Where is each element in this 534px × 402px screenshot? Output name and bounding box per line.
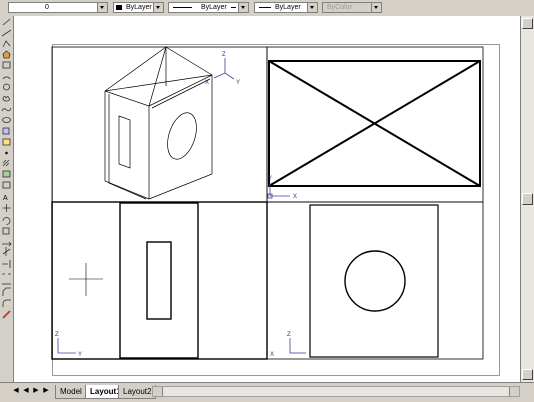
ucs-icon-side [289, 338, 306, 354]
make-block-icon[interactable] [2, 138, 11, 146]
scroll-left-button[interactable] [153, 387, 163, 396]
ucs-y-label: Y [268, 176, 272, 182]
table-icon[interactable] [2, 181, 11, 189]
spline-icon[interactable] [1, 107, 12, 112]
hatch-icon[interactable] [2, 159, 10, 167]
linetype-dropdown[interactable]: ByLayer [168, 2, 249, 13]
properties-toolbar: 0 ByLayer ByLayer ByLayer ByColor [0, 0, 534, 17]
revision-cloud-icon[interactable] [2, 96, 10, 102]
plotstyle-value: ByColor [327, 4, 352, 11]
toolbar-icons: A [1, 18, 12, 319]
lineweight-dropdown[interactable]: ByLayer [254, 2, 318, 13]
scale-icon[interactable] [2, 227, 10, 235]
linetype-sample-icon [173, 7, 192, 8]
linetype-value: ByLayer [201, 4, 227, 11]
drawing-canvas[interactable]: Z X Y Y X Z Y Z X [14, 16, 520, 382]
chevron-down-icon[interactable] [153, 3, 163, 12]
scroll-thumb[interactable] [522, 193, 533, 205]
ucs-x-label: X [205, 80, 209, 86]
multiline-text-icon[interactable]: A [3, 195, 8, 202]
front-view [69, 202, 199, 359]
line-icon[interactable] [2, 18, 11, 26]
region-icon[interactable] [2, 170, 11, 178]
chamfer-icon[interactable] [2, 287, 11, 296]
lineweight-value: ByLayer [275, 4, 301, 11]
polyline-icon[interactable] [2, 40, 11, 48]
vertical-scrollbar[interactable] [520, 16, 534, 382]
ucs-x-label: X [270, 352, 274, 358]
rotate-icon[interactable] [2, 217, 11, 225]
draw-modify-toolbar: A [0, 16, 14, 400]
layout-tab-bar: ◀ ◀ ▶ ▶ Model Layout1 Layout2 [0, 382, 534, 401]
construction-line-icon[interactable] [1, 29, 12, 37]
scroll-up-button[interactable] [522, 18, 533, 29]
first-tab-button[interactable]: ◀ [12, 387, 20, 395]
ucs-y-label: Y [236, 80, 240, 86]
side-view [309, 204, 439, 358]
viewport-drawing: Z X Y Y X Z Y Z X [51, 46, 484, 360]
scroll-right-button[interactable] [509, 387, 519, 396]
prev-tab-button[interactable]: ◀ [22, 387, 30, 395]
next-tab-button[interactable]: ▶ [32, 387, 40, 395]
arc-icon[interactable] [2, 76, 11, 80]
chevron-down-icon[interactable] [371, 3, 381, 12]
ucs-icon-iso [213, 58, 235, 80]
last-tab-button[interactable]: ▶ [42, 387, 50, 395]
lineweight-sample-icon [259, 7, 271, 8]
rectangle-icon[interactable] [2, 61, 11, 69]
insert-block-icon[interactable] [2, 127, 10, 135]
scroll-down-button[interactable] [522, 369, 533, 380]
explode-icon[interactable] [2, 310, 11, 319]
move-icon[interactable] [2, 204, 11, 212]
linetype-sample-right-icon [231, 7, 236, 8]
ucs-x-label: X [293, 194, 297, 200]
chevron-down-icon[interactable] [97, 3, 107, 12]
top-view-rectangle [268, 60, 481, 187]
tab-model[interactable]: Model [55, 385, 87, 399]
ellipse-icon[interactable] [2, 117, 11, 123]
point-icon[interactable] [5, 151, 8, 155]
ucs-z-label: Z [222, 52, 226, 58]
chevron-down-icon[interactable] [238, 3, 248, 12]
chevron-down-icon[interactable] [307, 3, 317, 12]
ucs-icon-front [57, 338, 76, 354]
fillet-icon[interactable] [2, 299, 11, 307]
color-dropdown[interactable]: ByLayer [113, 2, 164, 13]
trim-icon[interactable] [2, 247, 11, 256]
color-swatch-icon [116, 5, 122, 10]
ucs-y-label: Y [78, 352, 82, 358]
viewport-side[interactable] [266, 201, 484, 360]
stretch-icon[interactable] [2, 241, 12, 247]
layer-dropdown[interactable]: 0 [8, 2, 108, 13]
layer-value: 0 [45, 4, 49, 11]
circle-icon[interactable] [3, 83, 10, 91]
ucs-z-label: Z [55, 332, 59, 338]
viewport-front[interactable] [51, 201, 268, 360]
plotstyle-dropdown[interactable]: ByColor [322, 2, 382, 13]
polygon-icon[interactable] [2, 50, 11, 59]
ucs-z-label: Z [287, 332, 291, 338]
extend-icon[interactable] [2, 260, 11, 268]
horizontal-scrollbar[interactable] [152, 386, 520, 397]
tab-layout2[interactable]: Layout2 [118, 385, 157, 399]
isometric-box [104, 46, 213, 200]
color-value: ByLayer [126, 4, 152, 11]
